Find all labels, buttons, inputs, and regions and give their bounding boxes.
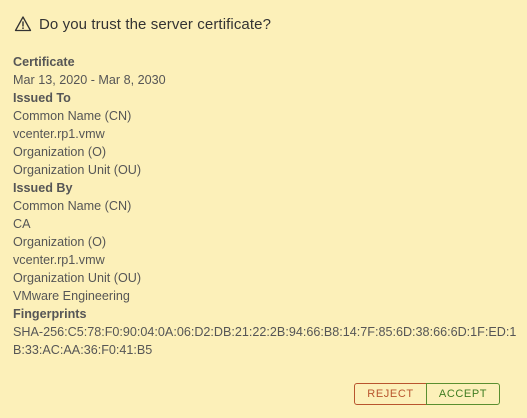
- certificate-details: Certificate Mar 13, 2020 - Mar 8, 2030 I…: [13, 53, 518, 359]
- issued-by-o-label: Organization (O): [13, 235, 107, 249]
- dialog-header: Do you trust the server certificate?: [14, 13, 271, 35]
- issued-to-heading: Issued To: [13, 91, 71, 105]
- sha256-fingerprint: SHA-256:C5:78:F0:90:04:0A:06:D2:DB:21:22…: [13, 325, 517, 357]
- certificate-trust-dialog: Do you trust the server certificate? Cer…: [0, 0, 527, 418]
- issued-by-ou-value: VMware Engineering: [13, 289, 130, 303]
- accept-button[interactable]: ACCEPT: [426, 383, 500, 405]
- dialog-button-group: REJECT ACCEPT: [354, 383, 500, 405]
- certificate-validity: Mar 13, 2020 - Mar 8, 2030: [13, 73, 166, 87]
- issued-by-cn-value: CA: [13, 217, 31, 231]
- issued-by-ou-label: Organization Unit (OU): [13, 271, 142, 285]
- issued-by-o-value: vcenter.rp1.vmw: [13, 253, 105, 267]
- issued-to-ou-label: Organization Unit (OU): [13, 163, 142, 177]
- warning-triangle-icon: [14, 15, 32, 33]
- fingerprints-heading: Fingerprints: [13, 307, 87, 321]
- certificate-heading: Certificate: [13, 55, 75, 69]
- dialog-title: Do you trust the server certificate?: [39, 15, 272, 33]
- issued-to-cn-label: Common Name (CN): [13, 109, 132, 123]
- issued-by-cn-label: Common Name (CN): [13, 199, 132, 213]
- issued-to-o-label: Organization (O): [13, 145, 107, 159]
- issued-by-heading: Issued By: [13, 181, 73, 195]
- issued-to-cn-value: vcenter.rp1.vmw: [13, 127, 105, 141]
- reject-button[interactable]: REJECT: [354, 383, 427, 405]
